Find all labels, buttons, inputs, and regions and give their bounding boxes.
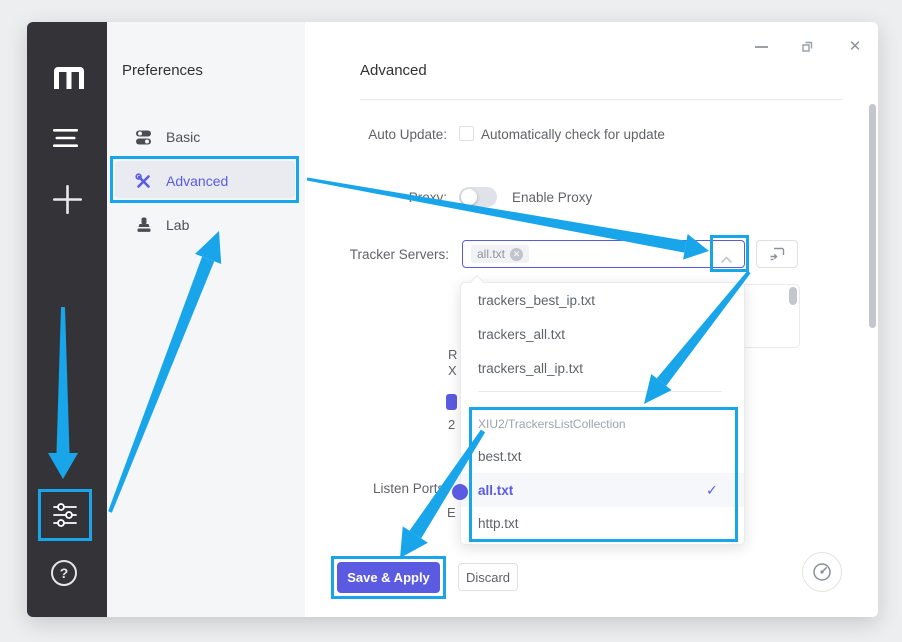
nav-label-lab: Lab [166,217,189,233]
preferences-title: Preferences [122,62,203,79]
maximize-button[interactable] [799,38,815,54]
tracker-servers-label: Tracker Servers: [250,247,449,262]
occluded-link-chip-fragment [446,394,457,410]
textarea-scrollbar[interactable] [789,287,797,305]
proxy-label: Proxy: [250,190,447,205]
occluded-text-fragment: X [448,363,457,378]
minimize-button[interactable] [753,40,769,54]
listen-ports-label: Listen Ports: [250,481,448,496]
nav-item-advanced[interactable]: Advanced [135,170,285,192]
dropdown-option-selected[interactable]: all.txt [478,473,698,507]
close-button[interactable]: ✕ [846,37,864,55]
maximize-icon [801,40,814,53]
minimize-icon [755,46,768,48]
nav-label-advanced: Advanced [166,173,228,189]
selected-check-icon: ✓ [706,482,718,499]
dropdown-option[interactable]: trackers_all.txt [478,317,728,351]
basic-toggles-icon [135,129,152,146]
task-list-icon [53,128,78,148]
dropdown-group-divider [478,391,722,392]
sync-trackers-button[interactable] [756,240,798,268]
sidebar-help-button[interactable]: ? [51,560,77,586]
motrix-logo-icon [54,64,84,89]
auto-update-checkbox-label[interactable]: Automatically check for update [481,127,665,142]
toggle-knob [461,189,477,205]
motrix-logo [53,62,85,90]
plus-icon [53,185,82,214]
page-title: Advanced [360,62,427,79]
dropdown-option[interactable]: best.txt [478,439,728,473]
sidebar-preferences-button[interactable] [51,501,79,529]
advanced-tools-icon [135,173,152,190]
lab-stamp-icon [136,217,152,234]
speedometer-icon [811,561,833,583]
selected-tracker-tag[interactable]: all.txt ✕ [471,245,529,263]
dropdown-group-label: XIU2/TrackersListCollection [478,417,626,431]
occluded-text-fragment: R [448,347,457,362]
close-icon: ✕ [849,37,862,55]
tag-remove-icon[interactable]: ✕ [510,248,523,261]
sidebar-add-task-button[interactable] [52,184,83,215]
tracker-servers-select[interactable]: all.txt ✕ [462,240,745,268]
dropdown-option[interactable]: trackers_all_ip.txt [478,351,728,385]
nav-item-basic[interactable]: Basic [135,126,285,148]
save-apply-button[interactable]: Save & Apply [337,562,440,593]
tag-label: all.txt [477,247,505,261]
nav-item-lab[interactable]: Lab [136,214,286,236]
preferences-panel [107,22,305,617]
main-scrollbar[interactable] [869,104,876,328]
auto-update-checkbox[interactable] [459,126,474,141]
speed-limit-button[interactable] [802,552,842,592]
select-collapse-button[interactable] [720,251,733,269]
dropdown-option[interactable]: http.txt [478,506,728,540]
occluded-slider-handle-fragment [452,484,468,500]
question-mark-icon: ? [60,565,69,581]
nav-label-basic: Basic [166,129,200,145]
occluded-text-fragment: 2 [448,417,455,432]
settings-sliders-icon [52,502,78,528]
discard-button[interactable]: Discard [458,563,518,591]
occluded-text-fragment: E [447,505,456,520]
title-divider [360,99,843,100]
dropdown-option[interactable]: trackers_best_ip.txt [478,283,728,317]
sync-trackers-icon [769,247,785,261]
sidebar-task-list-button[interactable] [52,126,79,150]
proxy-toggle[interactable] [459,187,497,207]
chevron-up-icon [720,256,733,264]
proxy-toggle-label: Enable Proxy [512,190,592,205]
